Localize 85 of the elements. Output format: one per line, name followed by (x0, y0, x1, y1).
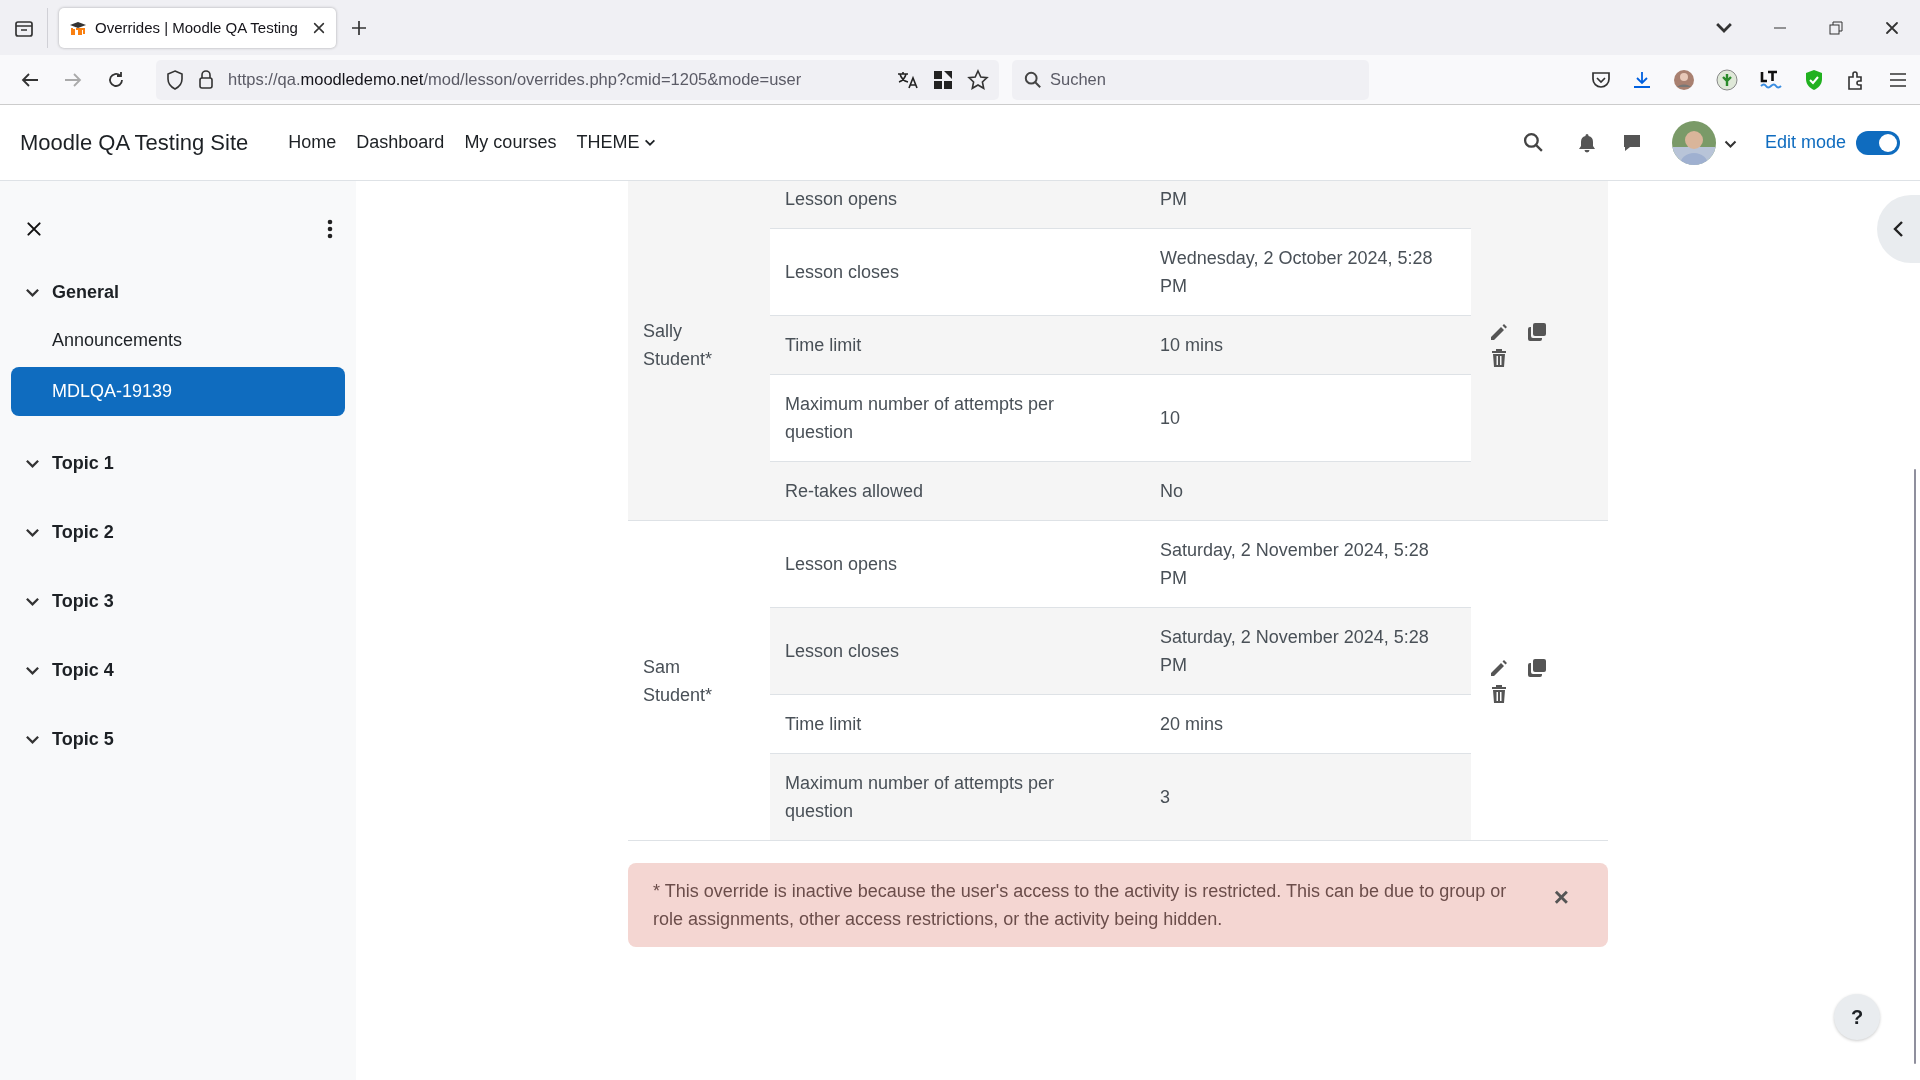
chat-icon[interactable] (1621, 132, 1642, 153)
edit-mode-toggle[interactable] (1856, 130, 1900, 155)
edit-mode-label: Edit mode (1764, 132, 1846, 153)
section-item[interactable]: General (11, 272, 345, 312)
more-icon[interactable] (327, 219, 333, 239)
chevron-icon (25, 734, 40, 744)
setting-name: Re-takes allowed (785, 481, 924, 501)
search-icon (1024, 70, 1042, 89)
trash-icon[interactable] (1489, 348, 1509, 368)
browser-tab[interactable]: Overrides | Moodle QA Testing (59, 7, 336, 48)
setting-value: 10 mins (1160, 335, 1224, 355)
shield-icon (166, 69, 184, 90)
lock-icon (198, 69, 214, 90)
nav-link[interactable]: My courses (464, 132, 557, 153)
grid-icon[interactable] (933, 69, 953, 90)
chevron-icon (25, 527, 40, 537)
setting-name: Time limit (785, 714, 862, 734)
setting-value: 20 mins (1160, 714, 1224, 734)
drawer-toggle-button[interactable] (1877, 195, 1920, 263)
mortarboard-icon (69, 19, 87, 36)
close-icon[interactable] (25, 220, 43, 238)
close-icon[interactable] (312, 20, 326, 35)
setting-value: Saturday, 2 November 2024, 5:28 PM (1160, 627, 1429, 675)
nav-dropdown[interactable]: THEME (576, 132, 657, 153)
translate-icon[interactable] (897, 69, 919, 90)
setting-name: Lesson opens (785, 189, 898, 209)
download-icon[interactable] (1632, 69, 1652, 90)
chevron-icon (25, 458, 40, 468)
restore-icon[interactable] (1829, 20, 1843, 35)
setting-name: Maximum number of attempts per question (785, 394, 1055, 442)
setting-name: Time limit (785, 335, 862, 355)
pencil-icon[interactable] (1489, 657, 1509, 678)
scrollbar[interactable] (1914, 469, 1916, 1064)
search-icon[interactable] (1522, 132, 1544, 153)
caret-icon (1723, 139, 1737, 148)
pencil-icon[interactable] (1489, 322, 1509, 342)
close-icon[interactable] (1884, 19, 1900, 36)
site-name[interactable]: Moodle QA Testing Site (20, 129, 249, 156)
setting-value: Saturday, 2 November 2024, 5:28 PM (1160, 540, 1429, 588)
user-name: Sally Student* (643, 320, 714, 371)
shield-check-icon[interactable] (1804, 68, 1824, 91)
nav-link[interactable]: Dashboard (356, 132, 445, 153)
search-field[interactable]: Suchen (1012, 59, 1369, 100)
caret-icon (644, 139, 657, 146)
activity-item[interactable]: Announcements (11, 316, 345, 365)
section-item[interactable]: Topic 4 (11, 650, 345, 690)
section-item[interactable]: Topic 2 (11, 512, 345, 552)
profile-circle-icon[interactable] (1673, 68, 1695, 91)
new-tab-icon[interactable] (350, 18, 368, 37)
alert-text: * This override is inactive because the user's access to the activity is restricted. This can be due to group or role assignments, other access restrictions, or the activity being hidden. (653, 880, 1508, 931)
chevron-icon (25, 287, 40, 297)
bell-icon[interactable] (1577, 132, 1596, 153)
chevron-down-icon (1715, 22, 1733, 33)
activity-item[interactable]: MDLQA-19139 (11, 367, 345, 416)
chevron-icon (25, 665, 40, 675)
section-item[interactable]: Topic 5 (11, 719, 345, 759)
setting-value: 10 (1160, 408, 1181, 428)
dismiss-button[interactable]: × (1553, 877, 1569, 933)
address-bar[interactable]: https://qa.moodledemo.net/mod/lesson/overrides.php?cmid=1205&mode=user (156, 59, 999, 100)
setting-name: Maximum number of attempts per question (785, 773, 1055, 821)
nav-link[interactable]: Home (288, 132, 337, 153)
trash-icon[interactable] (1489, 683, 1509, 704)
url-text: https://qa.moodledemo.net/mod/lesson/overrides.php?cmid=1205&mode=user (228, 70, 803, 89)
reload-icon[interactable] (106, 69, 126, 90)
setting-name: Lesson opens (785, 554, 898, 574)
chevron-icon (25, 596, 40, 606)
setting-value: PM (1160, 189, 1187, 209)
setting-value: 3 (1160, 787, 1170, 807)
chevron-left-icon (1891, 220, 1906, 238)
user-name: Sam Student* (643, 655, 714, 707)
star-icon[interactable] (967, 68, 989, 91)
copy-icon[interactable] (1527, 322, 1547, 342)
setting-name: Lesson closes (785, 262, 900, 282)
section-item[interactable]: Topic 1 (11, 443, 345, 483)
help-button[interactable]: ? (1834, 994, 1880, 1040)
section-item[interactable]: Topic 3 (11, 581, 345, 621)
pocket-icon[interactable] (1591, 69, 1611, 90)
extension-icon[interactable] (1716, 68, 1738, 91)
setting-value: No (1160, 481, 1183, 501)
tab-title: Overrides | Moodle QA Testing (95, 19, 299, 36)
setting-name: Lesson closes (785, 641, 900, 661)
copy-icon[interactable] (1527, 657, 1547, 678)
setting-value: Wednesday, 2 October 2024, 5:28 PM (1160, 248, 1433, 296)
lt-icon[interactable] (1759, 68, 1783, 91)
search-placeholder: Suchen (1050, 70, 1106, 89)
